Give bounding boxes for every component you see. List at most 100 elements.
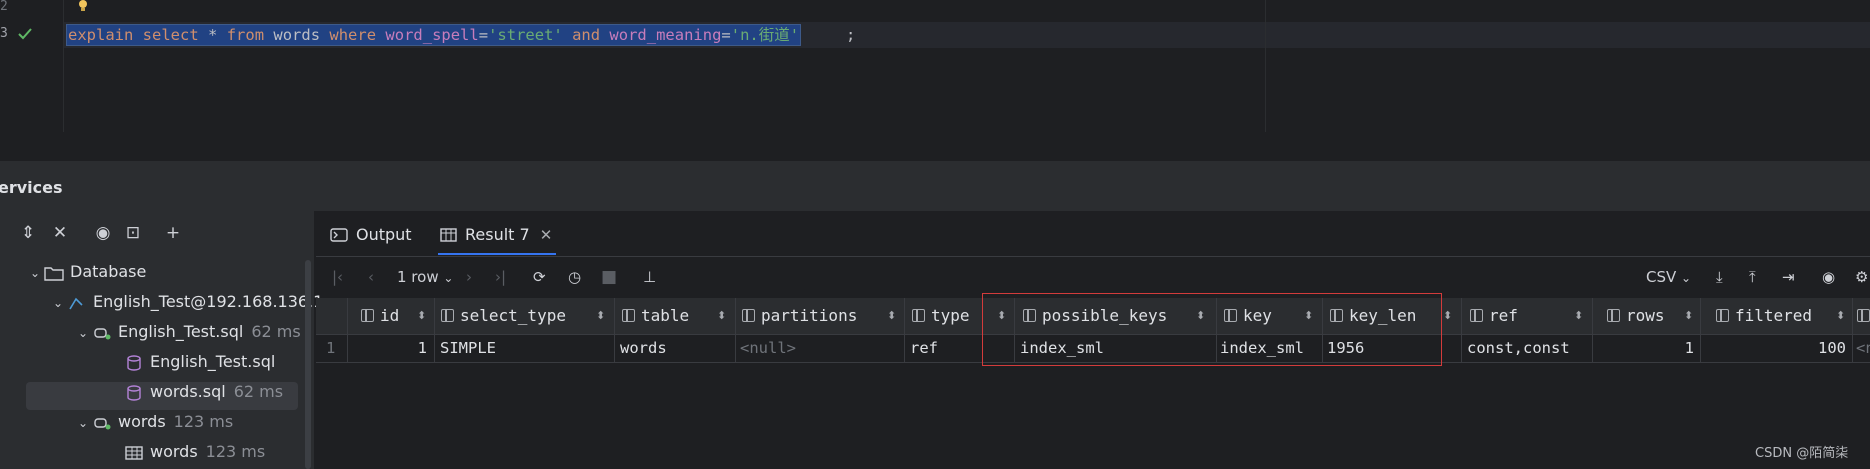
- cell-type[interactable]: ref: [910, 335, 938, 362]
- compare-icon[interactable]: ⇥: [1782, 266, 1795, 288]
- tree-item-words-table[interactable]: words 123 ms: [124, 442, 265, 461]
- close-icon[interactable]: ✕: [540, 226, 553, 244]
- next-page-icon[interactable]: ›: [466, 266, 472, 288]
- database-icon: [127, 384, 141, 401]
- operator: =: [721, 26, 731, 44]
- sort-icon[interactable]: ⬍: [1443, 298, 1452, 334]
- upload-icon[interactable]: ⤒: [1749, 266, 1756, 288]
- rows-label: 1 row: [397, 268, 439, 286]
- cell-table[interactable]: words: [620, 335, 667, 362]
- tree-item-datasource[interactable]: ⌄ English_Test@192.168.136.1: [53, 292, 323, 311]
- column-header-rows[interactable]: rows ⬍: [1607, 298, 1699, 334]
- active-tab-indicator: [438, 253, 556, 255]
- keyword: and: [572, 26, 601, 44]
- tree-time: 123 ms: [173, 412, 234, 431]
- sql-editor[interactable]: 2 3 explain select * from words where wo…: [0, 0, 1870, 132]
- column-icon: [1470, 309, 1483, 322]
- column-label: table: [641, 306, 690, 325]
- tree-item-words-session[interactable]: ⌄ words 123 ms: [78, 412, 233, 431]
- cell-select_type[interactable]: SIMPLE: [440, 335, 496, 362]
- history-icon[interactable]: ◷: [568, 266, 581, 288]
- table-icon: [125, 445, 143, 460]
- sort-icon[interactable]: ⬍: [717, 298, 726, 334]
- cell-partial[interactable]: <n: [1856, 335, 1870, 362]
- cell-id[interactable]: 1: [347, 335, 427, 362]
- stop-icon[interactable]: ■: [601, 266, 617, 288]
- lightbulb-icon[interactable]: [77, 0, 89, 12]
- expand-all-icon[interactable]: ⇕: [17, 222, 39, 244]
- tree-time: 62 ms: [233, 382, 284, 401]
- last-page-icon[interactable]: ›|: [495, 266, 506, 288]
- column-label: ref: [1489, 306, 1518, 325]
- add-icon[interactable]: +: [162, 222, 184, 244]
- watermark: CSDN @陌简柒: [1755, 446, 1849, 461]
- column-icon: [1716, 309, 1729, 322]
- tab-output[interactable]: Output: [330, 215, 412, 255]
- column-separator: [1852, 298, 1853, 362]
- check-icon: [18, 28, 32, 40]
- column-header-partial[interactable]: [1857, 298, 1870, 334]
- first-page-icon[interactable]: |‹: [332, 266, 343, 288]
- cell-ref[interactable]: const,const: [1467, 335, 1570, 362]
- column-header-id[interactable]: id ⬍: [361, 298, 431, 334]
- column-label: select_type: [460, 306, 566, 325]
- database-icon: [127, 354, 141, 371]
- tree-item-console[interactable]: English_Test.sql: [124, 352, 275, 371]
- tree-scrollbar[interactable]: [305, 260, 311, 469]
- column-label: type: [931, 306, 970, 325]
- tree-item-database[interactable]: ⌄ Database: [30, 262, 146, 281]
- column-separator: [614, 298, 615, 362]
- tree-label: English_Test@192.168.136.1: [93, 292, 324, 311]
- column-header-select_type[interactable]: select_type ⬍: [441, 298, 611, 334]
- column-header-ref[interactable]: ref ⬍: [1470, 298, 1590, 334]
- column-name: word_meaning: [609, 26, 722, 44]
- rows-selector[interactable]: 1 row ⌄: [397, 266, 453, 288]
- column-separator: [434, 298, 435, 362]
- new-session-icon[interactable]: ⊡: [122, 222, 144, 244]
- column-header-filtered[interactable]: filtered ⬍: [1716, 298, 1852, 334]
- column-header-table[interactable]: table ⬍: [622, 298, 732, 334]
- column-icon: [1857, 309, 1870, 322]
- services-title: ervices: [0, 178, 63, 197]
- sort-icon[interactable]: ⬍: [1836, 298, 1845, 334]
- tree-label: Database: [70, 262, 147, 281]
- eye-icon[interactable]: ◉: [92, 222, 114, 244]
- tab-result[interactable]: Result 7 ✕: [440, 215, 552, 255]
- sort-icon[interactable]: ⬍: [887, 298, 896, 334]
- sql-statement[interactable]: explain select * from words where word_s…: [66, 24, 802, 46]
- chevron-down-icon[interactable]: ⌄: [53, 296, 67, 310]
- cell-filtered[interactable]: 100: [1706, 335, 1846, 362]
- table-name: words: [273, 26, 321, 44]
- session-icon: [94, 417, 111, 429]
- column-separator: [1592, 298, 1593, 362]
- tree-item-session[interactable]: ⌄ English_Test.sql 62 ms: [78, 322, 301, 341]
- collapse-all-icon[interactable]: ✕: [49, 222, 71, 244]
- column-separator: [904, 298, 905, 362]
- column-separator: [735, 298, 736, 362]
- sort-icon[interactable]: ⬍: [596, 298, 605, 334]
- column-icon: [1607, 309, 1620, 322]
- cell-rows[interactable]: 1: [1597, 335, 1694, 362]
- eye-icon[interactable]: ◉: [1822, 266, 1835, 288]
- chevron-down-icon[interactable]: ⌄: [78, 326, 92, 340]
- line-number: 2: [0, 0, 8, 14]
- prev-page-icon[interactable]: ‹: [368, 266, 374, 288]
- column-icon: [742, 309, 755, 322]
- sort-icon[interactable]: ⬍: [417, 298, 426, 334]
- pin-icon[interactable]: ⊥: [643, 266, 656, 288]
- chevron-down-icon[interactable]: ⌄: [78, 416, 92, 430]
- sort-icon[interactable]: ⬍: [1574, 298, 1583, 334]
- column-icon: [441, 309, 454, 322]
- tree-label: words: [150, 442, 198, 461]
- sort-icon[interactable]: ⬍: [1684, 298, 1693, 334]
- column-header-partitions[interactable]: partitions ⬍: [742, 298, 902, 334]
- export-format-select[interactable]: CSV ⌄: [1646, 266, 1691, 288]
- column-separator: [1700, 298, 1701, 362]
- cell-partitions[interactable]: <null>: [740, 335, 796, 362]
- tree-item-console-selected[interactable]: words.sql 62 ms: [124, 382, 283, 401]
- chevron-down-icon: ⌄: [1681, 271, 1692, 285]
- settings-icon[interactable]: ⚙: [1855, 266, 1868, 288]
- refresh-icon[interactable]: ⟳: [533, 266, 546, 288]
- download-icon[interactable]: ⤓: [1716, 266, 1723, 288]
- chevron-down-icon[interactable]: ⌄: [30, 266, 44, 280]
